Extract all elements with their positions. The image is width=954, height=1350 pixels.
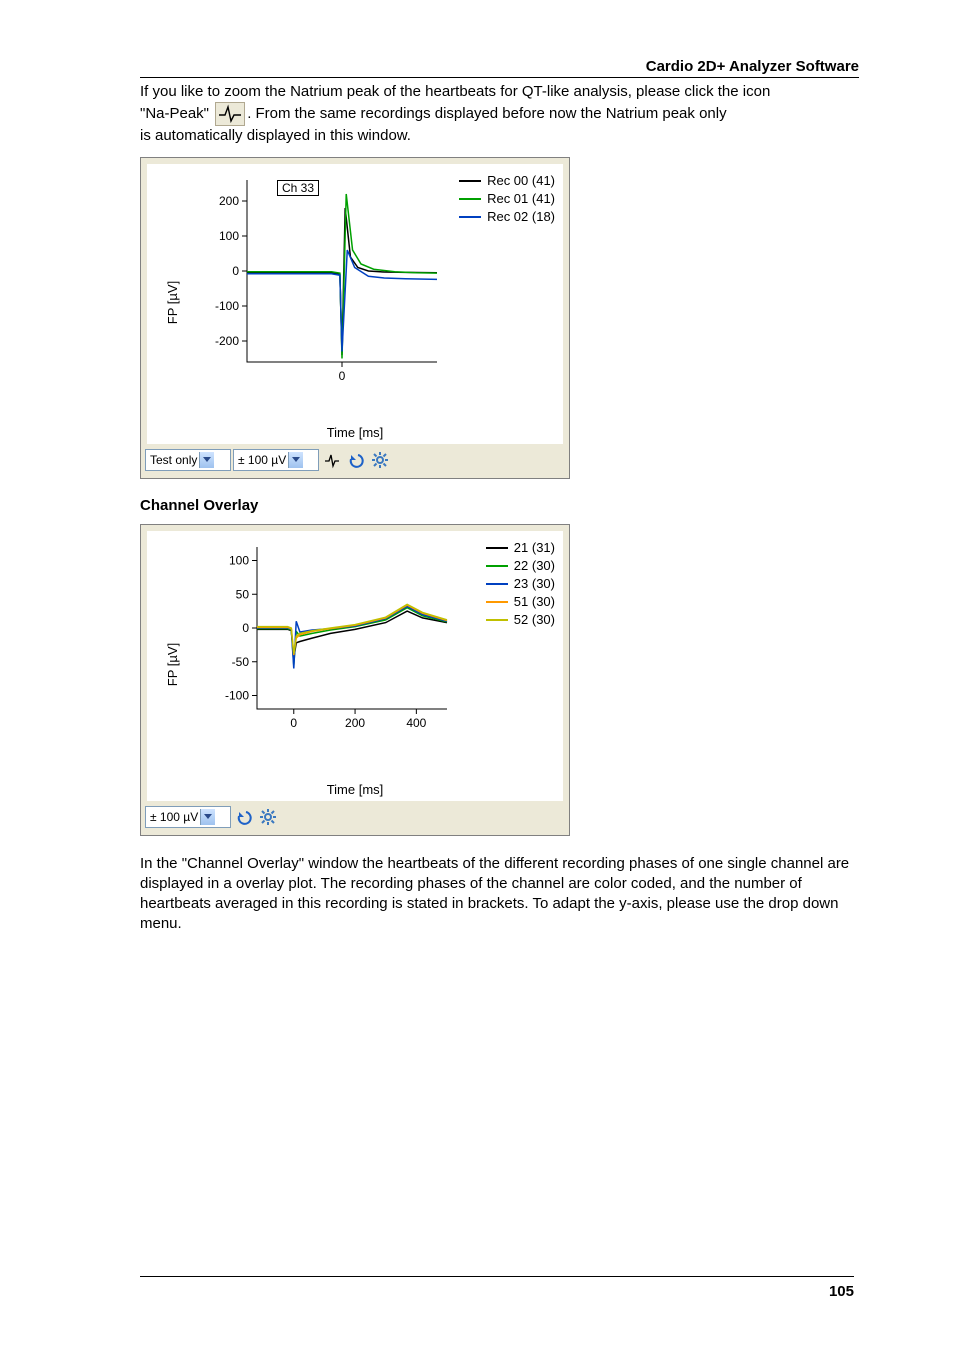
chart1-channel-box: Ch 33 — [277, 180, 319, 196]
chart1-ylabel: FP [µV] — [165, 280, 180, 323]
na-peak-icon — [215, 102, 245, 126]
svg-text:200: 200 — [219, 194, 239, 208]
chart2-svg: -100 -50 0 50 100 0 200 400 — [213, 541, 453, 749]
chart2-xlabel: Time [ms] — [147, 782, 563, 797]
para1-suffix: . From the same recordings displayed bef… — [247, 105, 726, 122]
dropdown-icon — [199, 452, 214, 468]
chart1-yaxis-combo[interactable]: ± 100 µV — [233, 449, 319, 471]
svg-text:0: 0 — [232, 264, 239, 278]
svg-text:0: 0 — [339, 369, 346, 383]
chart1-plot: FP [µV] -200 -100 0 100 200 0 Ch 33 Rec 00 (4… — [147, 164, 563, 444]
para1-prefix: "Na-Peak" — [140, 105, 213, 122]
chart1-svg: -200 -100 0 100 200 0 — [203, 174, 443, 402]
legend-item: 52 (30) — [486, 611, 555, 629]
svg-text:400: 400 — [406, 716, 426, 730]
legend-item: 22 (30) — [486, 557, 555, 575]
chart1-yaxis-value: ± 100 µV — [238, 453, 286, 467]
page-header: Cardio 2D+ Analyzer Software — [140, 58, 859, 78]
chart1-legend: Rec 00 (41) Rec 01 (41) Rec 02 (18) — [459, 172, 555, 226]
chart1-preset-combo[interactable]: Test only — [145, 449, 231, 471]
chart2-yaxis-combo[interactable]: ± 100 µV — [145, 806, 231, 828]
svg-text:-50: -50 — [232, 654, 250, 668]
chart2-yaxis-value: ± 100 µV — [150, 810, 198, 824]
undo-icon[interactable] — [233, 806, 255, 828]
svg-text:100: 100 — [219, 229, 239, 243]
svg-text:100: 100 — [229, 553, 249, 567]
legend-label: 22 (30) — [514, 558, 555, 573]
legend-color-swatch — [486, 601, 508, 603]
svg-text:-100: -100 — [225, 688, 249, 702]
legend-label: 23 (30) — [514, 576, 555, 591]
gear-icon[interactable] — [369, 449, 391, 471]
svg-text:200: 200 — [345, 716, 365, 730]
legend-color-swatch — [459, 216, 481, 218]
chart1-preset-value: Test only — [150, 453, 197, 467]
legend-label: Rec 02 (18) — [487, 209, 555, 224]
chart2-plot: FP [µV] -100 -50 0 50 100 0 200 400 21 (31) 22 … — [147, 531, 563, 801]
legend-color-swatch — [486, 547, 508, 549]
svg-text:50: 50 — [236, 587, 250, 601]
para1-line3: is automatically displayed in this windo… — [140, 127, 411, 144]
chart2-toolbar: ± 100 µV — [141, 801, 569, 835]
dropdown-icon — [200, 809, 215, 825]
legend-item: Rec 00 (41) — [459, 172, 555, 190]
legend-item: 21 (31) — [486, 539, 555, 557]
legend-item: Rec 02 (18) — [459, 208, 555, 226]
svg-text:0: 0 — [290, 716, 297, 730]
legend-item: 51 (30) — [486, 593, 555, 611]
dropdown-icon — [288, 452, 303, 468]
legend-color-swatch — [486, 583, 508, 585]
legend-label: 51 (30) — [514, 594, 555, 609]
intro-paragraph: If you like to zoom the Natrium peak of … — [140, 82, 859, 147]
channel-overlay-heading: Channel Overlay — [140, 497, 859, 514]
legend-color-swatch — [459, 180, 481, 182]
header-title: Cardio 2D+ Analyzer Software — [646, 58, 859, 75]
legend-label: 52 (30) — [514, 612, 555, 627]
svg-text:-100: -100 — [215, 299, 239, 313]
legend-label: 21 (31) — [514, 540, 555, 555]
legend-color-swatch — [486, 565, 508, 567]
legend-label: Rec 01 (41) — [487, 191, 555, 206]
chart2-legend: 21 (31) 22 (30) 23 (30) 51 (30) 52 (30) — [486, 539, 555, 629]
figure-channel-overlay: FP [µV] -100 -50 0 50 100 0 200 400 21 (31) 22 … — [140, 524, 570, 836]
para1-line1: If you like to zoom the Natrium peak of … — [140, 83, 770, 100]
chart1-toolbar: Test only ± 100 µV — [141, 444, 569, 478]
na-peak-toggle-icon[interactable] — [321, 449, 343, 471]
chart2-ylabel: FP [µV] — [165, 642, 180, 685]
legend-color-swatch — [486, 619, 508, 621]
legend-label: Rec 00 (41) — [487, 173, 555, 188]
undo-icon[interactable] — [345, 449, 367, 471]
legend-color-swatch — [459, 198, 481, 200]
gear-icon[interactable] — [257, 806, 279, 828]
page-footer: 105 — [140, 1276, 854, 1300]
legend-item: Rec 01 (41) — [459, 190, 555, 208]
svg-text:-200: -200 — [215, 334, 239, 348]
svg-text:0: 0 — [242, 621, 249, 635]
channel-overlay-paragraph: In the "Channel Overlay" window the hear… — [140, 854, 859, 935]
page-number: 105 — [829, 1283, 854, 1300]
legend-item: 23 (30) — [486, 575, 555, 593]
chart1-xlabel: Time [ms] — [147, 425, 563, 440]
figure-na-peak: FP [µV] -200 -100 0 100 200 0 Ch 33 Rec 00 (4… — [140, 157, 570, 479]
